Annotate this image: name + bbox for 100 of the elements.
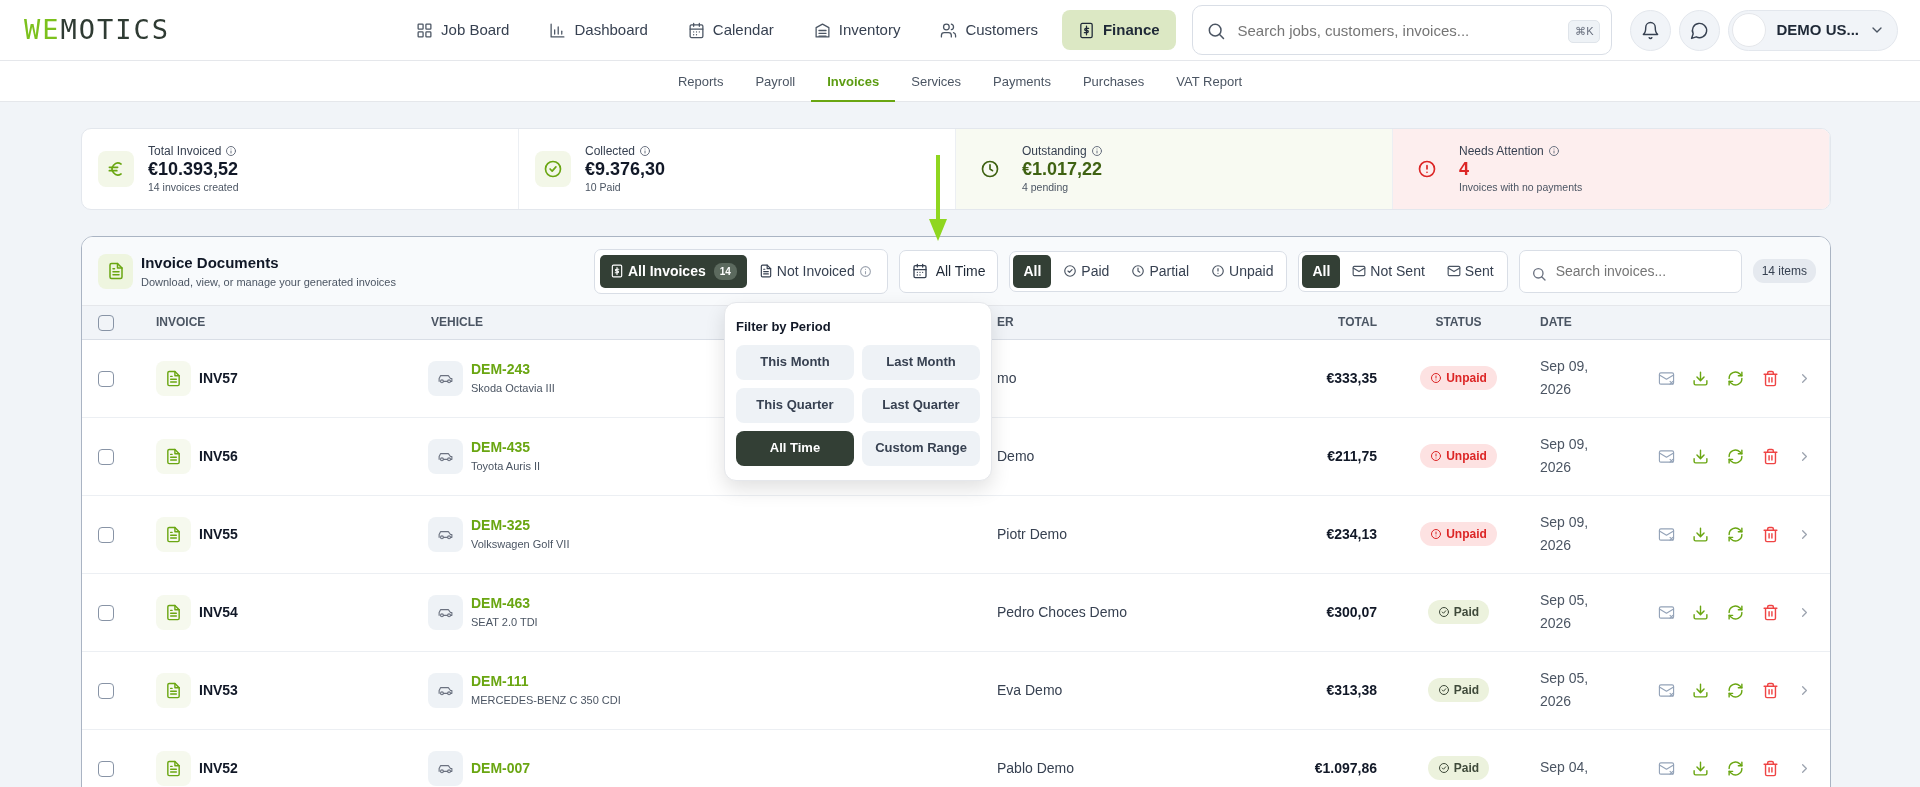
notifications-button[interactable] [1630, 9, 1672, 51]
row-checkbox[interactable] [98, 604, 114, 621]
envelope-x-icon [1657, 603, 1675, 621]
search-icon [1530, 265, 1547, 282]
row-checkbox[interactable] [98, 526, 114, 543]
envelope-x-icon [1657, 525, 1675, 543]
panel-subtitle: Download, view, or manage your generated invoices [141, 275, 397, 290]
period-option[interactable]: This Month [736, 344, 854, 380]
check-circle-icon [1063, 264, 1078, 278]
row-checkbox[interactable] [98, 370, 114, 387]
sub-nav-tab[interactable]: Reports [661, 61, 740, 102]
period-filter-button[interactable]: All Time [898, 249, 999, 293]
invoice-number: INV53 [199, 680, 238, 700]
filter-tab[interactable]: All [1013, 254, 1052, 288]
download-icon [1692, 681, 1710, 699]
sub-nav-tab[interactable]: Payments [977, 61, 1067, 102]
period-option[interactable]: Custom Range [862, 430, 980, 466]
filter-tab[interactable]: Unpaid [1201, 254, 1284, 288]
invoice-search-field[interactable]: Search invoices... [1518, 249, 1742, 293]
messages-button[interactable] [1679, 9, 1721, 51]
invoice-total: €234,13 [1326, 525, 1377, 542]
filter-tab[interactable]: Not Invoiced [748, 254, 882, 288]
calendar-icon [687, 21, 705, 39]
download-icon [1692, 603, 1710, 621]
panel-title: Invoice Documents [141, 252, 280, 273]
building-icon [813, 21, 831, 39]
vehicle-model: Skoda Octavia III [471, 381, 555, 397]
dollar-document-icon [1077, 21, 1095, 39]
search-icon [1206, 21, 1227, 42]
period-option[interactable]: This Quarter [736, 387, 854, 423]
user-menu-button[interactable]: DEMO US... [1728, 9, 1898, 51]
sub-nav-tab[interactable]: Services [895, 61, 978, 102]
envelope-icon [1352, 264, 1367, 278]
select-all-checkbox[interactable] [98, 315, 114, 332]
filter-tab[interactable]: Paid [1053, 254, 1120, 288]
invoice-date: Sep 05, 2026 [1540, 590, 1590, 633]
stat-note: 10 Paid [585, 180, 622, 196]
invoice-total: €211,75 [1327, 447, 1377, 464]
stat-label: Total Invoiced [148, 143, 222, 161]
status-badge: Unpaid [1420, 366, 1497, 390]
filter-tab[interactable]: Sent [1436, 254, 1504, 288]
row-checkbox[interactable] [98, 682, 114, 699]
filter-tab[interactable]: Not Sent [1342, 254, 1435, 288]
document-icon [165, 603, 182, 621]
refresh-icon [1727, 369, 1744, 387]
alert-circle-icon [1211, 264, 1226, 278]
sub-nav-tab[interactable]: VAT Report [1160, 61, 1259, 102]
column-header: INVOICE [156, 315, 206, 330]
stat-value: €9.376,30 [585, 160, 666, 181]
trash-icon [1761, 525, 1779, 543]
stat-label: Collected [585, 143, 636, 161]
nav-tab[interactable]: Customers [924, 9, 1054, 51]
customer-name: Piotr Demo [997, 525, 1068, 542]
invoice-date: Sep 04, [1540, 758, 1590, 778]
alert-circle-icon [1430, 528, 1443, 540]
trash-icon [1761, 369, 1779, 387]
filter-tab[interactable]: All [1302, 254, 1341, 288]
filter-tab[interactable]: Partial [1121, 254, 1200, 288]
vehicle-model: MERCEDES-BENZ C 350 CDI [471, 693, 621, 709]
period-option[interactable]: Last Quarter [862, 387, 980, 423]
trash-icon [1761, 759, 1779, 777]
nav-tab[interactable]: Job Board [400, 9, 526, 51]
nav-tab[interactable]: Finance [1061, 9, 1176, 51]
column-header: ER [997, 315, 1014, 330]
sub-nav-tab[interactable]: Purchases [1066, 61, 1161, 102]
status-badge: Paid [1427, 678, 1490, 702]
sub-nav-tab[interactable]: Payroll [739, 61, 812, 102]
stat-note: Invoices with no payments [1459, 180, 1583, 196]
nav-tab[interactable]: Inventory [797, 9, 917, 51]
vehicle-model: SEAT 2.0 TDI [471, 615, 538, 631]
document-icon [165, 759, 182, 777]
alert-circle-icon [1430, 372, 1443, 384]
stat-label: Outstanding [1022, 143, 1087, 161]
check-circle-icon [1437, 762, 1450, 774]
vehicle-model: Toyota Auris II [471, 459, 541, 475]
refresh-icon [1727, 447, 1744, 465]
chat-bubble-icon [1690, 20, 1710, 40]
customer-name: Pablo Demo [997, 759, 1075, 776]
invoice-date: Sep 09, 2026 [1540, 434, 1590, 477]
column-header: STATUS [1435, 315, 1482, 330]
filter-tab[interactable]: All Invoices 14 [599, 254, 747, 288]
calendar-icon [911, 263, 928, 279]
invoice-total: €313,38 [1326, 681, 1377, 698]
row-checkbox[interactable] [98, 448, 114, 465]
period-option[interactable]: Last Month [862, 344, 980, 380]
period-option[interactable]: All Time [736, 430, 854, 466]
status-badge: Unpaid [1420, 444, 1497, 468]
invoice-number: INV55 [199, 524, 238, 544]
dropdown-title: Filter by Period [736, 318, 832, 336]
refresh-icon [1727, 603, 1744, 621]
row-checkbox[interactable] [98, 760, 114, 777]
column-header: DATE [1540, 315, 1572, 330]
nav-tab[interactable]: Calendar [671, 9, 790, 51]
stat-value: €10.393,52 [148, 160, 239, 181]
nav-tab[interactable]: Dashboard [533, 9, 664, 51]
document-icon [165, 681, 182, 699]
status-badge: Paid [1427, 756, 1490, 780]
customer-name: Pedro Choces Demo [997, 603, 1127, 620]
document-icon [758, 264, 773, 278]
document-icon [165, 525, 182, 543]
